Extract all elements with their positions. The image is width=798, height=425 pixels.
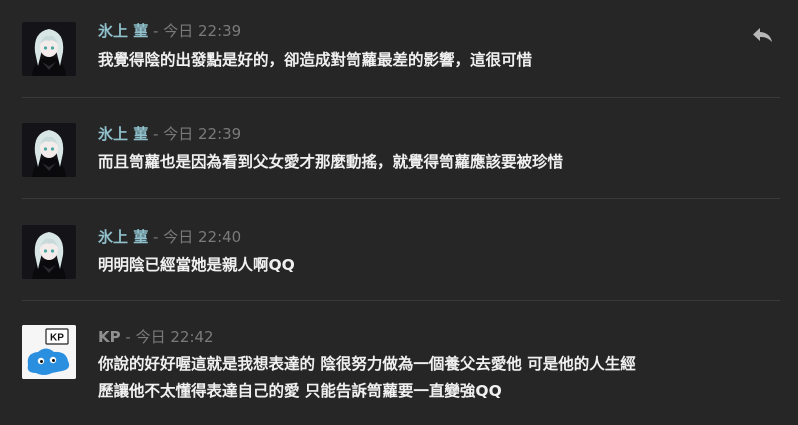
silver-haired-girl-avatar-icon [22,22,76,76]
silver-haired-girl-avatar-icon [22,123,76,177]
message-body: 而且笥蘿也是因為看到父女愛才那麼動搖，就覺得笥蘿應該要被珍惜 [98,149,788,176]
message-header: KP - 今日 22:42 [98,328,214,346]
header-separator: - [153,125,159,143]
reply-button[interactable] [752,26,774,44]
header-separator: - [153,228,159,246]
author-name[interactable]: 氷上 菫 [98,228,148,246]
timestamp: 今日 22:39 [163,22,242,40]
message-header: 氷上 菫 - 今日 22:39 [98,125,241,143]
message-body: 明明陰已經當她是親人啊QQ [98,252,788,279]
silver-haired-girl-avatar-icon [22,225,76,279]
message-line: 你說的好好喔這就是我想表達的 陰很努力做為一個養父去愛他 可是他的人生經 [98,355,636,373]
avatar[interactable]: KP [22,325,76,379]
message-line: 明明陰已經當她是親人啊QQ [98,256,295,274]
message-header: 氷上 菫 - 今日 22:39 [98,22,241,40]
reply-arrow-icon [753,28,772,42]
message-line: 我覺得陰的出發點是好的，卻造成對笥蘿最差的影響，這很可惜 [98,51,533,69]
kp-avatar-label: KP [50,333,64,344]
chat-thread: 氷上 菫 - 今日 22:39 我覺得陰的出發點是好的，卻造成對笥蘿最差的影響，… [0,0,798,425]
message-line: 歷讓他不太懂得表達自己的愛 只能告訴笥蘿要一直變強QQ [98,382,502,400]
timestamp: 今日 22:40 [163,228,242,246]
message-line: 而且笥蘿也是因為看到父女愛才那麼動搖，就覺得笥蘿應該要被珍惜 [98,153,564,171]
chat-message: KP KP - 今日 22:42 你說的好好喔這就是我想表達的 陰很努力做為一個… [0,301,798,425]
chat-message: 氷上 菫 - 今日 22:40 明明陰已經當她是親人啊QQ [0,199,798,299]
message-header: 氷上 菫 - 今日 22:40 [98,228,241,246]
header-separator: - [125,328,131,346]
message-body: 我覺得陰的出發點是好的，卻造成對笥蘿最差的影響，這很可惜 [98,47,788,74]
timestamp: 今日 22:39 [163,125,242,143]
chat-message: 氷上 菫 - 今日 22:39 而且笥蘿也是因為看到父女愛才那麼動搖，就覺得笥蘿… [0,98,798,198]
chat-message: 氷上 菫 - 今日 22:39 我覺得陰的出發點是好的，卻造成對笥蘿最差的影響，… [0,0,798,97]
author-name[interactable]: 氷上 菫 [98,22,148,40]
author-name[interactable]: 氷上 菫 [98,125,148,143]
author-name[interactable]: KP [98,328,121,346]
kp-blue-creature-avatar-icon: KP [22,325,76,379]
header-separator: - [153,22,159,40]
message-body: 你說的好好喔這就是我想表達的 陰很努力做為一個養父去愛他 可是他的人生經 歷讓他… [98,351,788,405]
avatar[interactable] [22,22,76,76]
avatar[interactable] [22,123,76,177]
timestamp: 今日 22:42 [135,328,214,346]
avatar[interactable] [22,225,76,279]
